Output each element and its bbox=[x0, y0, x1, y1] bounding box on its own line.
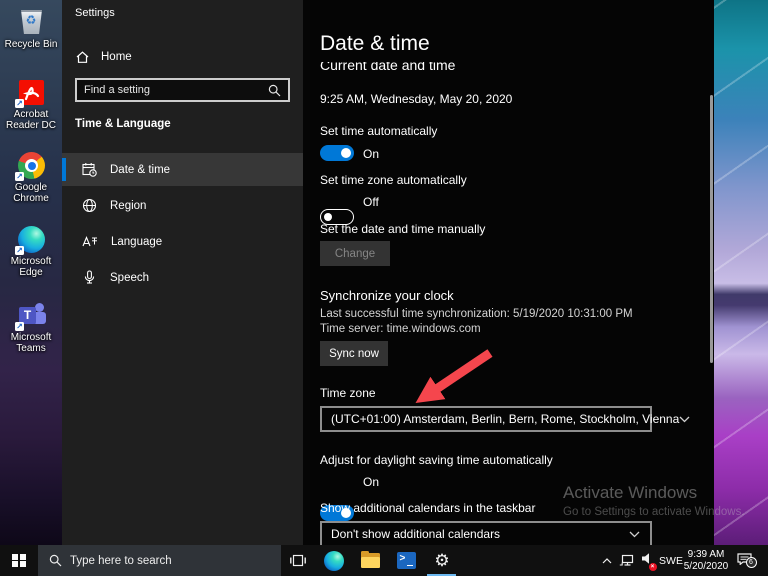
settings-search-input[interactable]: Find a setting bbox=[75, 78, 290, 102]
taskbar-powershell-button[interactable]: > bbox=[392, 545, 420, 576]
settings-nav-pane: Settings Home Find a setting Time & Lang… bbox=[62, 0, 303, 545]
tray-clock[interactable]: 9:39 AM 5/20/2020 bbox=[684, 545, 728, 576]
tray-language-indicator[interactable]: SWE bbox=[658, 545, 684, 576]
sidebar-item-date-time[interactable]: Date & time bbox=[62, 153, 303, 186]
language-icon bbox=[82, 234, 98, 249]
start-button[interactable] bbox=[0, 545, 38, 576]
taskbar-search-input[interactable]: Type here to search bbox=[38, 545, 281, 576]
set-time-auto-state: On bbox=[363, 147, 379, 161]
shortcut-arrow-icon: ↗ bbox=[15, 99, 24, 108]
chevron-down-icon bbox=[629, 531, 640, 538]
sidebar-home-label: Home bbox=[101, 51, 132, 63]
recycle-bin-icon: ♻ bbox=[16, 7, 46, 37]
notification-count-badge: 6 bbox=[746, 557, 757, 568]
sync-header: Synchronize your clock bbox=[320, 288, 454, 303]
shortcut-arrow-icon: ↗ bbox=[15, 322, 24, 331]
desktop-icon-microsoft-edge[interactable]: ↗ Microsoft Edge bbox=[0, 224, 62, 278]
action-center-button[interactable]: 6 bbox=[731, 545, 757, 576]
desktop-icon-label: Microsoft Edge bbox=[0, 256, 62, 278]
settings-content-pane: Date & time Current date and time 9:25 A… bbox=[303, 0, 714, 545]
sidebar-item-language[interactable]: Language bbox=[62, 225, 303, 258]
shortcut-arrow-icon: ↗ bbox=[15, 246, 24, 255]
sync-last-info: Last successful time synchronization: 5/… bbox=[320, 308, 633, 320]
desktop-icon-label: Recycle Bin bbox=[0, 39, 62, 50]
tray-time: 9:39 AM bbox=[688, 549, 725, 561]
set-tz-auto-label: Set time zone automatically bbox=[320, 173, 467, 187]
nav-section-header: Time & Language bbox=[75, 118, 171, 130]
calendars-value: Don't show additional calendars bbox=[322, 527, 629, 541]
mute-badge: × bbox=[649, 563, 657, 571]
calendars-dropdown[interactable]: Don't show additional calendars bbox=[320, 521, 652, 545]
search-icon bbox=[268, 84, 281, 97]
network-icon bbox=[619, 554, 634, 567]
chrome-icon: ↗ bbox=[16, 150, 46, 180]
settings-window: Settings Home Find a setting Time & Lang… bbox=[62, 0, 714, 545]
sidebar-item-label: Speech bbox=[110, 272, 149, 284]
file-explorer-icon bbox=[361, 553, 380, 568]
window-scrollbar[interactable] bbox=[710, 95, 713, 363]
task-view-button[interactable] bbox=[284, 545, 312, 576]
desktop-wallpaper-right bbox=[714, 0, 768, 545]
sidebar-item-home[interactable]: Home bbox=[75, 45, 290, 69]
dst-state: On bbox=[363, 475, 379, 489]
tray-network-button[interactable] bbox=[616, 545, 636, 576]
action-center-icon: 6 bbox=[737, 552, 752, 570]
edge-icon: ↗ bbox=[16, 224, 46, 254]
tray-volume-button[interactable]: × bbox=[637, 545, 657, 576]
timezone-dropdown[interactable]: (UTC+01:00) Amsterdam, Berlin, Bern, Rom… bbox=[320, 406, 652, 432]
set-tz-auto-state: Off bbox=[363, 195, 379, 209]
desktop-icon-google-chrome[interactable]: ↗ Google Chrome bbox=[0, 150, 62, 204]
page-title: Date & time bbox=[320, 32, 430, 56]
change-button[interactable]: Change bbox=[320, 241, 390, 266]
gear-icon: ⚙ bbox=[434, 552, 449, 569]
dst-label: Adjust for daylight saving time automati… bbox=[320, 453, 553, 467]
task-view-icon bbox=[290, 554, 306, 567]
desktop-icon-label: Google Chrome bbox=[0, 182, 62, 204]
desktop-icon-microsoft-teams[interactable]: T ↗ Microsoft Teams bbox=[0, 300, 62, 354]
volume-muted-icon: × bbox=[641, 552, 654, 570]
tray-show-hidden-icons[interactable] bbox=[598, 545, 616, 576]
sidebar-item-region[interactable]: Region bbox=[62, 189, 303, 222]
shortcut-arrow-icon: ↗ bbox=[15, 172, 24, 181]
taskbar-edge-button[interactable] bbox=[320, 545, 348, 576]
desktop-screen: ♻ Recycle Bin ↗ Acrobat Reader DC ↗ Goog… bbox=[0, 0, 768, 576]
sidebar-item-label: Region bbox=[110, 200, 146, 212]
search-icon bbox=[49, 554, 62, 567]
desktop-icon-recycle-bin[interactable]: ♻ Recycle Bin bbox=[0, 7, 62, 50]
settings-search-placeholder: Find a setting bbox=[77, 84, 268, 96]
window-title: Settings bbox=[75, 7, 115, 19]
date-time-icon bbox=[82, 162, 97, 177]
sidebar-item-speech[interactable]: Speech bbox=[62, 261, 303, 294]
edge-icon bbox=[324, 551, 344, 571]
set-manual-label: Set the date and time manually bbox=[320, 222, 485, 236]
desktop-icon-label: Acrobat Reader DC bbox=[0, 109, 62, 131]
timezone-value: (UTC+01:00) Amsterdam, Berlin, Bern, Rom… bbox=[322, 412, 679, 426]
sync-server-info: Time server: time.windows.com bbox=[320, 323, 481, 335]
chevron-up-icon bbox=[602, 558, 612, 564]
desktop-icon-acrobat-reader[interactable]: ↗ Acrobat Reader DC bbox=[0, 77, 62, 131]
region-icon bbox=[82, 198, 97, 213]
set-time-auto-label: Set time automatically bbox=[320, 124, 437, 138]
speech-mic-icon bbox=[82, 270, 97, 285]
timezone-label: Time zone bbox=[320, 386, 376, 400]
teams-icon: T ↗ bbox=[16, 300, 46, 330]
chevron-down-icon bbox=[679, 416, 690, 423]
taskbar-settings-button[interactable]: ⚙ bbox=[428, 545, 456, 576]
sync-now-button[interactable]: Sync now bbox=[320, 341, 388, 366]
sidebar-item-label: Language bbox=[111, 236, 162, 248]
windows-logo-icon bbox=[12, 554, 26, 568]
tray-date: 5/20/2020 bbox=[684, 561, 729, 573]
set-time-auto-toggle[interactable] bbox=[320, 145, 354, 161]
taskbar: Type here to search > ⚙ bbox=[0, 545, 768, 576]
sidebar-item-label: Date & time bbox=[110, 164, 170, 176]
calendars-label: Show additional calendars in the taskbar bbox=[320, 501, 535, 515]
powershell-icon: > bbox=[397, 552, 416, 569]
taskbar-search-placeholder: Type here to search bbox=[70, 555, 172, 567]
section-current-date-time: Current date and time bbox=[320, 62, 580, 78]
current-datetime-value: 9:25 AM, Wednesday, May 20, 2020 bbox=[320, 92, 512, 106]
desktop-icon-label: Microsoft Teams bbox=[0, 332, 62, 354]
home-icon bbox=[75, 50, 90, 64]
acrobat-reader-icon: ↗ bbox=[16, 77, 46, 107]
taskbar-file-explorer-button[interactable] bbox=[356, 545, 384, 576]
